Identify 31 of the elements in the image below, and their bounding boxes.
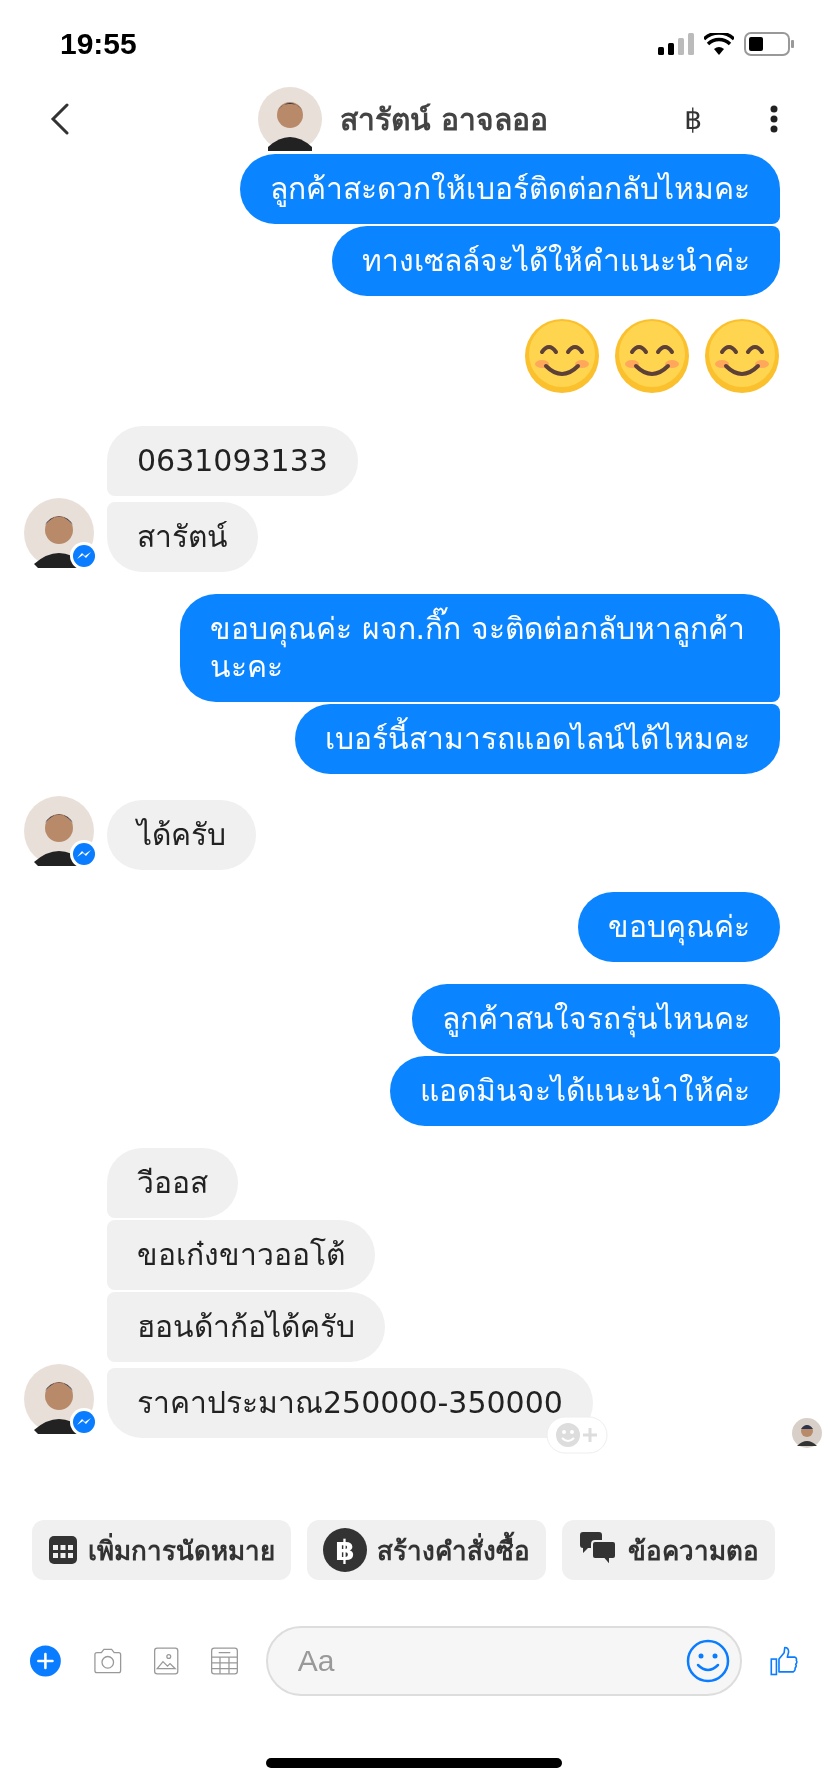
back-icon[interactable]: [50, 103, 70, 135]
more-icon[interactable]: [770, 105, 778, 133]
message-input[interactable]: Aa: [295, 1643, 686, 1679]
contact-name: สารัตน์ อาจลออ: [340, 100, 549, 139]
battery-icon: [744, 32, 794, 56]
message-bubble: ลูกค้าสนใจรถรุ่นไหนคะ: [412, 984, 780, 1054]
quick-reply-chip[interactable]: เพิ่มการนัดหมาย: [32, 1520, 291, 1580]
wifi-icon: [704, 33, 734, 55]
message-bubble: แอดมินจะได้แนะนำให้ค่ะ: [390, 1056, 780, 1126]
message-bubble: วีออส: [107, 1148, 238, 1218]
currency-button[interactable]: ฿: [684, 102, 702, 136]
message-bubble: ขอบคุณค่ะ: [578, 892, 780, 962]
calendar-icon: [48, 1535, 78, 1565]
quick-reply-chip[interactable]: ฿ สร้างคำสั่งซื้อ: [307, 1520, 546, 1580]
avatar: [258, 87, 322, 151]
message-bubble: 0631093133: [107, 426, 358, 496]
currency-icon: ฿: [323, 1528, 367, 1572]
message-field[interactable]: Aa: [265, 1626, 742, 1696]
quick-reply-chip[interactable]: ข้อความตอ: [562, 1520, 775, 1580]
message-bubble: เบอร์นี้สามารถแอดไลน์ได้ไหมคะ: [295, 704, 780, 774]
message-bubble: ฮอนด้าก้อได้ครับ: [107, 1292, 385, 1362]
message-bubble: ขอบคุณค่ะ ผจก.กิ๊ก จะติดต่อกลับหาลูกค้านะคะ: [180, 594, 780, 702]
message-bubble: ทางเซลล์จะได้ให้คำแนะนำค่ะ: [332, 226, 780, 296]
message-bubble: สารัตน์: [107, 502, 258, 572]
message-bubble: ลูกค้าสะดวกให้เบอร์ติดต่อกลับไหมคะ: [240, 154, 780, 224]
message-bubble: ได้ครับ: [107, 800, 256, 870]
message-bubble: ขอเก๋งขาวออโต้: [107, 1220, 375, 1290]
emoji-icon[interactable]: [685, 1639, 730, 1683]
signal-icon: [658, 33, 694, 55]
message-bubble: ราคาประมาณ250000-350000: [107, 1368, 593, 1438]
status-time: 19:55: [60, 27, 137, 61]
